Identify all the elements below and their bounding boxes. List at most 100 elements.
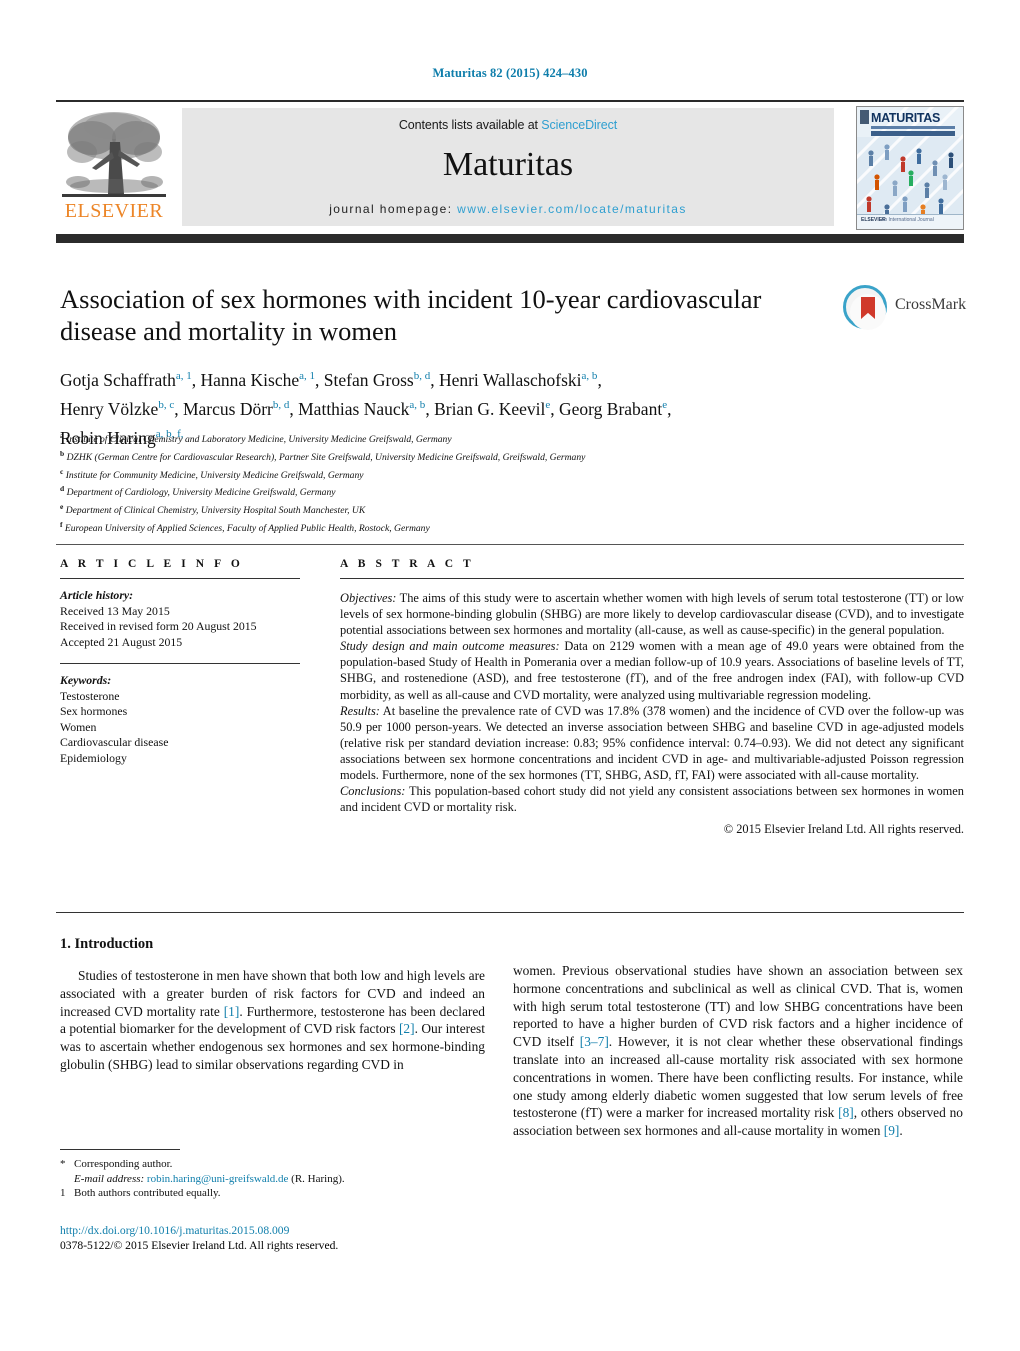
journal-homepage-link[interactable]: www.elsevier.com/locate/maturitas [457, 202, 687, 216]
author-affiliation-marks: a, b [581, 370, 598, 382]
abstract-heading: A B S T R A C T [340, 558, 475, 570]
abstract-section-label: Conclusions: [340, 784, 406, 799]
affiliation-mark: e [60, 502, 64, 512]
author-affiliation-marks: b, d [272, 398, 290, 411]
citation-link[interactable]: [2] [399, 1021, 415, 1036]
article-info-divider [60, 663, 300, 664]
abstract-section: Conclusions: This population-based cohor… [340, 784, 964, 815]
journal-homepage-line: journal homepage: www.elsevier.com/locat… [182, 202, 834, 216]
crossmark-label: CrossMark [895, 296, 967, 313]
abstract-section: Study design and main outcome measures: … [340, 639, 964, 702]
elsevier-wordmark: ELSEVIER [64, 200, 164, 222]
article-history-item: Accepted 21 August 2015 [60, 634, 183, 649]
article-info-column: A R T I C L E I N F O Article history: R… [60, 558, 300, 766]
crossmark-badge[interactable]: CrossMark [843, 283, 966, 333]
author-name: Marcus Dörr [182, 398, 273, 419]
affiliation-mark: c [60, 466, 64, 476]
affiliation-item: a Institute of Clinical Chemistry and La… [60, 431, 452, 446]
affiliation-item: f European University of Applied Science… [60, 519, 430, 535]
running-head: Maturitas 82 (2015) 424–430 [432, 66, 588, 80]
email-footnote: E-mail address: robin.haring@uni-greifsw… [60, 1172, 490, 1187]
abstract-column: A B S T R A C T Objectives: The aims of … [340, 558, 964, 837]
author-name: Matthias Nauck [298, 398, 410, 419]
footnote-block: * Corresponding author. E-mail address: … [60, 1157, 490, 1201]
article-history-item: Received in revised form 20 August 2015 [60, 619, 257, 633]
cover-elsevier-badge [860, 110, 869, 124]
author-name: Georg Brabant [559, 398, 663, 419]
affiliation-mark: b [60, 448, 65, 458]
abstract-body: Objectives: The aims of this study were … [340, 590, 964, 815]
info-band-bottom-rule [56, 912, 964, 913]
abstract-section-label: Objectives: [340, 591, 397, 605]
keywords-label: Keywords: [60, 673, 112, 687]
affiliation-item: d Department of Cardiology, University M… [60, 484, 336, 499]
introduction-right-column: women. Previous observational studies ha… [513, 962, 963, 1140]
email-link[interactable]: robin.haring@uni-greifswald.de [147, 1173, 288, 1185]
equal-contribution-text: Both authors contributed equally. [74, 1187, 221, 1200]
author-name: Brian G. Keevil [434, 398, 546, 419]
homepage-prefix: journal homepage: [329, 202, 458, 216]
keyword-item: Epidemiology [60, 750, 127, 765]
cover-subtitle-bar-1 [871, 126, 955, 129]
cover-footer-text: An International Journal [881, 217, 934, 223]
doi-block: http://dx.doi.org/10.1016/j.maturitas.20… [60, 1223, 560, 1253]
corresponding-author-text: Corresponding author. [74, 1158, 173, 1170]
page-title: Association of sex hormones with inciden… [60, 284, 762, 346]
elsevier-tree-icon [62, 108, 166, 196]
affiliation-list: a Institute of Clinical Chemistry and La… [60, 429, 940, 536]
keywords-group: Keywords: Testosterone Sex hormones Women C… [60, 673, 300, 766]
corresponding-author-mark: * [60, 1158, 66, 1170]
author-name: Henri Wallaschofski [438, 369, 582, 390]
author-affiliation-marks: a, 1 [299, 370, 316, 382]
contents-band: Contents lists available at ScienceDirec… [182, 108, 834, 226]
citation-link[interactable]: [9] [884, 1123, 900, 1138]
author-affiliation-marks: e [662, 398, 668, 411]
introduction-paragraph-left: Studies of testosterone in men have show… [60, 968, 485, 1072]
author-name: Hanna Kische [200, 369, 300, 390]
citation-link[interactable]: [1] [224, 1004, 240, 1019]
article-info-heading-rule [60, 578, 300, 579]
equal-contribution-mark: 1 [60, 1187, 66, 1200]
footnote-divider [60, 1149, 180, 1150]
logo-ground-rule [62, 194, 166, 197]
abstract-copyright: © 2015 Elsevier Ireland Ltd. All rights … [723, 822, 964, 837]
journal-cover-thumbnail[interactable]: MATURITAS ELSEVIER An International Jour… [856, 106, 964, 230]
article-history-item: Received 13 May 2015 [60, 603, 170, 618]
corresponding-author-footnote: * Corresponding author. [60, 1157, 490, 1172]
article-info-heading: A R T I C L E I N F O [60, 558, 244, 570]
cover-footer-band: ELSEVIER An International Journal [857, 214, 963, 229]
cover-subtitle-bar-2 [871, 131, 955, 136]
contents-available-line: Contents lists available at ScienceDirec… [182, 118, 834, 132]
masthead-top-rule [56, 100, 964, 102]
introduction-paragraph-right: women. Previous observational studies ha… [513, 963, 963, 1139]
keyword-item: Cardiovascular disease [60, 735, 169, 749]
title-author-block: Association of sex hormones with inciden… [60, 283, 820, 450]
citation-link[interactable]: [8] [838, 1105, 854, 1120]
issn-copyright-line: 0378-5122/© 2015 Elsevier Ireland Ltd. A… [60, 1239, 339, 1252]
affiliation-item: b DZHK (German Centre for Cardiovascular… [60, 448, 586, 463]
elsevier-logo: ELSEVIER [58, 108, 170, 226]
abstract-section: Results: At baseline the prevalence rate… [340, 703, 964, 783]
contents-prefix: Contents lists available at [398, 118, 542, 132]
article-history-label: Article history: [60, 588, 134, 602]
paper-page: Maturitas 82 (2015) 424–430 ELSEVIER Con… [0, 0, 1020, 1351]
email-label: E-mail address: [74, 1172, 145, 1185]
author-line-2: Henry Völzkeb, c, Marcus Dörrb, d, Matth… [60, 398, 672, 419]
citation-link[interactable]: [3–7] [580, 1034, 609, 1049]
abstract-section-label: Study design and main outcome measures: [340, 639, 560, 654]
article-history-items: Received 13 May 2015 Received in revised … [60, 604, 300, 651]
journal-masthead: ELSEVIER Contents lists available at Sci… [56, 100, 964, 243]
keyword-item: Women [60, 719, 97, 734]
abstract-section: Objectives: The aims of this study were … [340, 591, 964, 638]
affiliation-mark: d [60, 484, 65, 494]
sciencedirect-link[interactable]: ScienceDirect [541, 118, 617, 132]
info-band-top-rule [56, 544, 964, 545]
author-name: Henry Völzke [60, 398, 159, 419]
doi-link[interactable]: http://dx.doi.org/10.1016/j.maturitas.20… [60, 1223, 560, 1238]
author-affiliation-marks: e [545, 398, 551, 411]
author-line-1: Gotja Schaffratha, 1, Hanna Kischea, 1, … [60, 369, 602, 390]
affiliation-item: c Institute for Community Medicine, Univ… [60, 466, 364, 481]
introduction-heading: 1. Introduction [60, 936, 154, 952]
affiliation-mark: f [60, 519, 63, 529]
affiliation-mark: a [60, 431, 64, 440]
